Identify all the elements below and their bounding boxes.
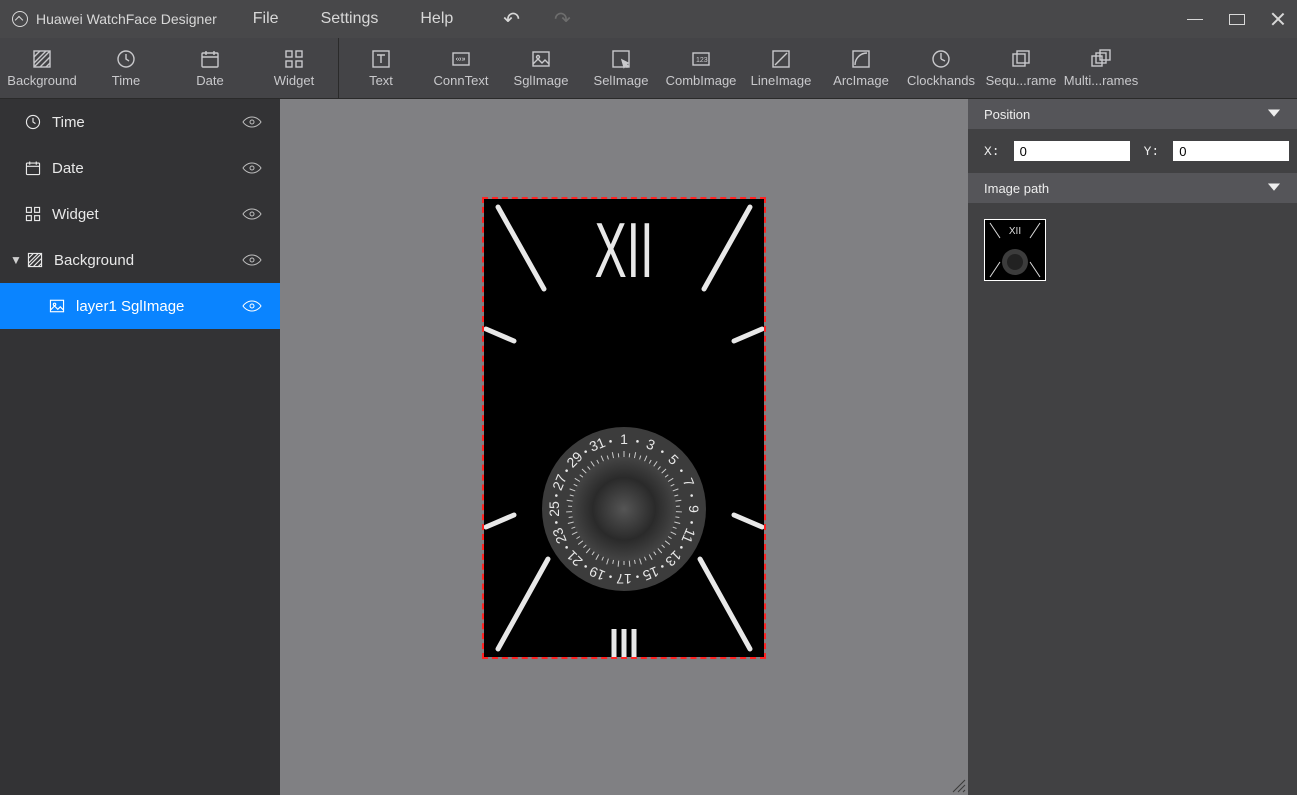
x-input[interactable] xyxy=(1014,141,1130,161)
lineimage-icon xyxy=(770,48,792,70)
svg-text:XII: XII xyxy=(594,206,653,294)
imagepath-panel-header[interactable]: Image path xyxy=(968,173,1297,203)
ribbon-widget[interactable]: Widget xyxy=(252,38,336,98)
calendar-icon xyxy=(24,159,42,177)
widget-icon xyxy=(283,48,305,70)
ribbon-combimage[interactable]: CombImage xyxy=(661,38,741,98)
app-title: Huawei WatchFace Designer xyxy=(36,11,217,27)
hatch-icon xyxy=(26,251,44,269)
sidebar-item-widget[interactable]: Widget xyxy=(0,191,280,237)
ribbon-date[interactable]: Date xyxy=(168,38,252,98)
sidebar-item-layer1[interactable]: layer1 SglImage xyxy=(0,283,280,329)
ribbon-clockhands[interactable]: Clockhands xyxy=(901,38,981,98)
image-icon xyxy=(530,48,552,70)
chevron-down-icon xyxy=(1267,106,1281,123)
y-input[interactable] xyxy=(1173,141,1289,161)
resize-grip[interactable] xyxy=(952,779,966,793)
clock-icon xyxy=(115,48,137,70)
watchface-svg: XII 135791113151 xyxy=(484,199,764,657)
visibility-toggle[interactable] xyxy=(242,207,262,221)
ribbon-lineimage[interactable]: LineImage xyxy=(741,38,821,98)
svg-text:17: 17 xyxy=(616,571,632,587)
svg-text:9: 9 xyxy=(686,505,702,513)
conntext-icon xyxy=(450,48,472,70)
visibility-toggle[interactable] xyxy=(242,253,262,267)
sidebar-item-date[interactable]: Date xyxy=(0,145,280,191)
layers-sidebar: Time Date Widget ▼ Background layer1 Sgl… xyxy=(0,99,280,795)
hatch-icon xyxy=(31,48,53,70)
arcimage-icon xyxy=(850,48,872,70)
properties-panel: Position X: Y: Image path XII xyxy=(968,99,1297,795)
x-label: X: xyxy=(984,144,1000,159)
sequence-icon xyxy=(1010,48,1032,70)
menu-settings[interactable]: Settings xyxy=(321,10,379,28)
multiframes-icon xyxy=(1090,48,1112,70)
main-menu: File Settings Help xyxy=(253,10,454,28)
visibility-toggle[interactable] xyxy=(242,115,262,129)
app-icon xyxy=(12,11,28,27)
svg-text:XII: XII xyxy=(1009,226,1021,237)
window-close[interactable] xyxy=(1271,12,1287,26)
sidebar-item-time[interactable]: Time xyxy=(0,99,280,145)
window-minimize[interactable] xyxy=(1187,19,1203,20)
visibility-toggle[interactable] xyxy=(242,161,262,175)
menu-help[interactable]: Help xyxy=(420,10,453,28)
position-panel-header[interactable]: Position xyxy=(968,99,1297,129)
combimage-icon xyxy=(690,48,712,70)
ribbon-selimage[interactable]: SelImage xyxy=(581,38,661,98)
ribbon-sequframe[interactable]: Sequ...rame xyxy=(981,38,1061,98)
undo-button[interactable]: ↶ xyxy=(503,7,520,32)
y-label: Y: xyxy=(1144,144,1160,159)
calendar-icon xyxy=(199,48,221,70)
ribbon-background[interactable]: Background xyxy=(0,38,84,98)
clock-icon xyxy=(24,113,42,131)
image-icon xyxy=(48,297,66,315)
svg-text:25: 25 xyxy=(546,501,562,517)
selimage-icon xyxy=(610,48,632,70)
visibility-toggle[interactable] xyxy=(242,299,262,313)
image-thumbnail[interactable]: XII xyxy=(984,219,1046,281)
position-panel-body: X: Y: xyxy=(968,129,1297,173)
ribbon-conntext[interactable]: ConnText xyxy=(421,38,501,98)
ribbon-multiframes[interactable]: Multi...rames xyxy=(1061,38,1141,98)
ribbon-toolbar: Background Time Date Widget Text ConnTex… xyxy=(0,38,1297,99)
svg-text:1: 1 xyxy=(620,431,628,447)
titlebar: Huawei WatchFace Designer File Settings … xyxy=(0,0,1297,38)
window-maximize[interactable] xyxy=(1229,14,1245,25)
collapse-arrow[interactable]: ▼ xyxy=(10,253,24,267)
ribbon-separator xyxy=(338,38,339,98)
watchface-preview[interactable]: XII 135791113151 xyxy=(484,199,764,657)
redo-button[interactable]: ↷ xyxy=(554,7,571,32)
widget-icon xyxy=(24,205,42,223)
chevron-down-icon xyxy=(1267,180,1281,197)
ribbon-sglimage[interactable]: SglImage xyxy=(501,38,581,98)
menu-file[interactable]: File xyxy=(253,10,279,28)
text-icon xyxy=(370,48,392,70)
ribbon-time[interactable]: Time xyxy=(84,38,168,98)
clockhands-icon xyxy=(930,48,952,70)
ribbon-text[interactable]: Text xyxy=(341,38,421,98)
canvas-area[interactable]: XII 135791113151 xyxy=(280,99,968,795)
ribbon-arcimage[interactable]: ArcImage xyxy=(821,38,901,98)
sidebar-item-background[interactable]: ▼ Background xyxy=(0,237,280,283)
